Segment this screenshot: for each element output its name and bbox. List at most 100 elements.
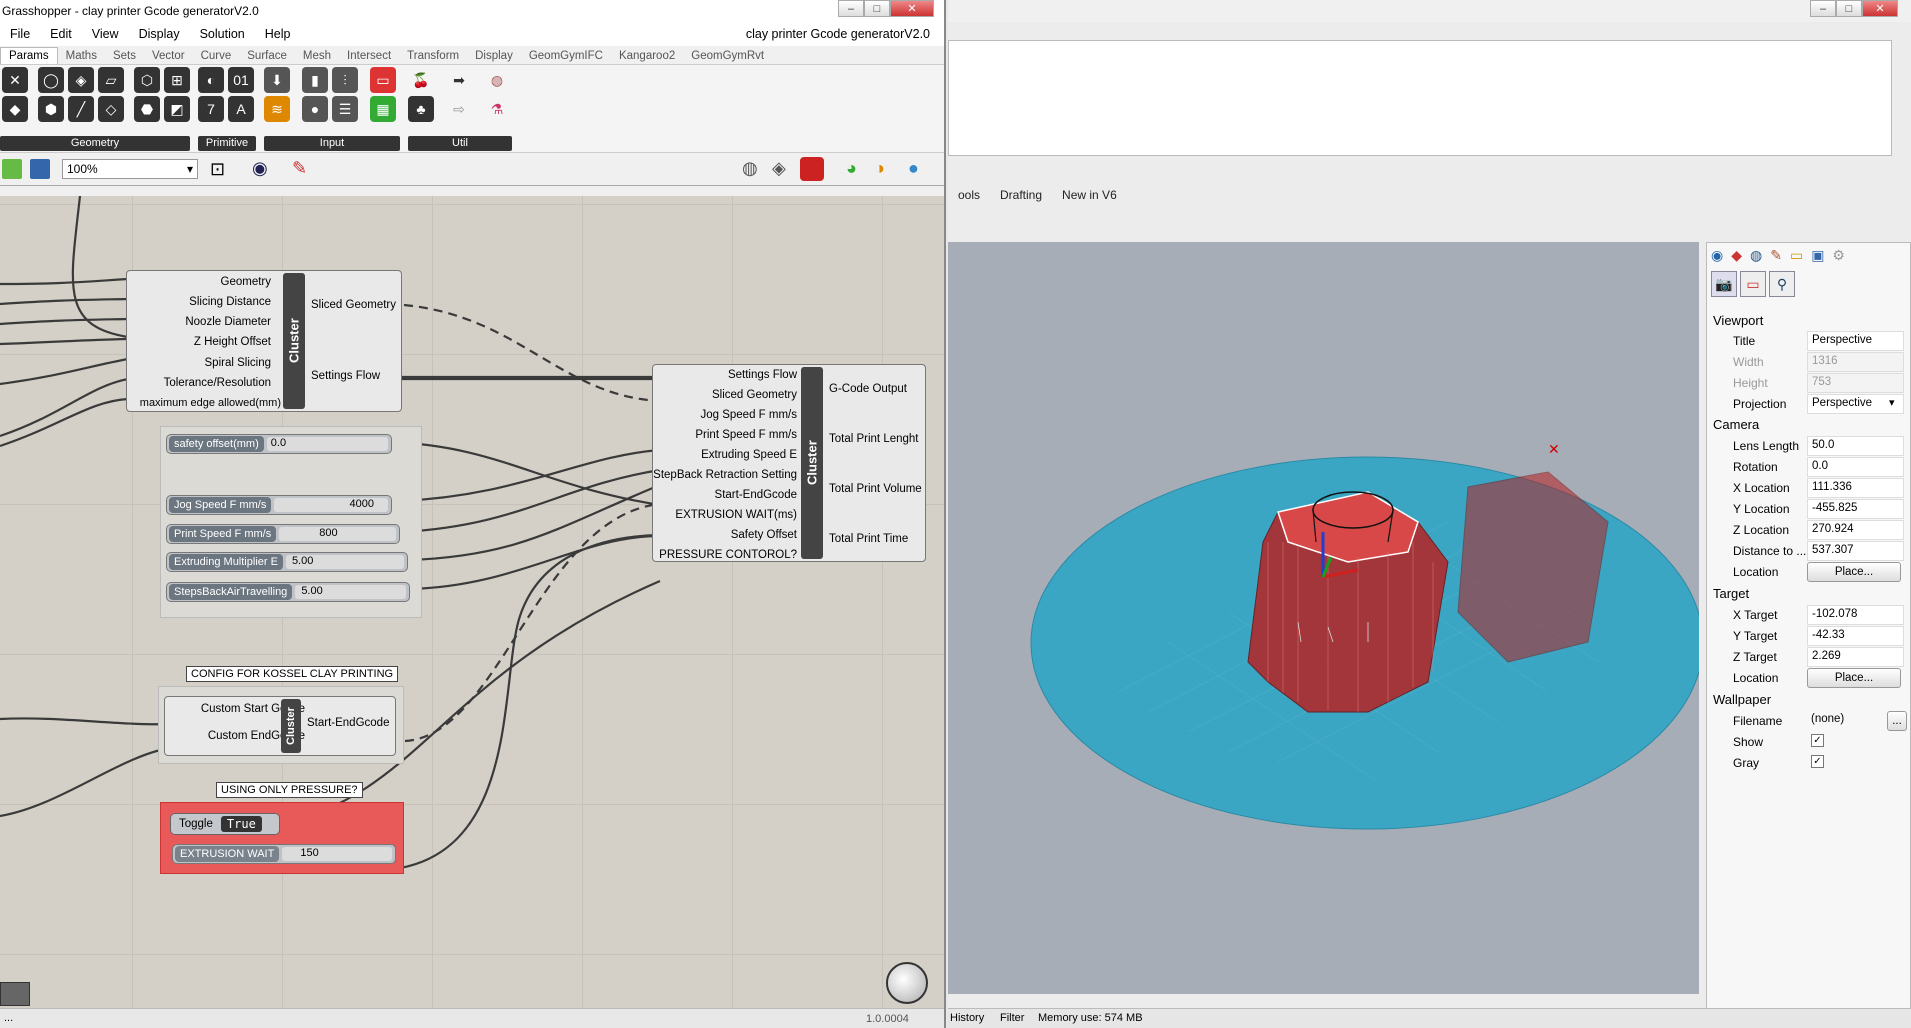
graph-input-icon[interactable]: ≋ (264, 96, 290, 122)
output-start-end-gcode[interactable]: Start-EndGcode (307, 717, 389, 729)
display-icon[interactable]: ▣ (1811, 247, 1824, 264)
ribbon-label-input[interactable]: Input (264, 136, 400, 151)
tab-sets[interactable]: Sets (105, 48, 144, 64)
startend-cluster[interactable]: Custom Start Gcode Custom EndGcode Clust… (164, 696, 396, 756)
status-filter[interactable]: Filter (1000, 1012, 1024, 1024)
tab-drafting[interactable]: Drafting (990, 186, 1052, 206)
prop-value[interactable]: Perspective (1807, 331, 1904, 351)
number-param-icon[interactable]: 7 (198, 96, 224, 122)
slider-track[interactable]: 150 (282, 847, 392, 861)
tab-transform[interactable]: Transform (399, 48, 467, 64)
input-settings-flow[interactable]: Settings Flow (728, 369, 797, 381)
input-z-height-offset[interactable]: Z Height Offset (194, 336, 271, 348)
slider-track[interactable]: 5.00 (295, 585, 406, 599)
wireframe-preview-icon[interactable]: ◍ (742, 158, 758, 179)
ribbon-label-util[interactable]: Util (408, 136, 512, 151)
input-max-edge[interactable]: maximum edge allowed(mm) (140, 397, 281, 409)
sphere-preview-icon[interactable]: ● (908, 158, 919, 179)
show-checkbox[interactable]: ✓ (1811, 734, 1824, 747)
output-sliced-geometry[interactable]: Sliced Geometry (311, 299, 396, 311)
brush-icon[interactable]: ✎ (1770, 247, 1782, 264)
prop-value[interactable]: 111.336 (1807, 478, 1904, 498)
perspective-viewport[interactable]: ✕ (948, 242, 1704, 994)
material-icon[interactable]: ◆ (1731, 247, 1742, 264)
pressure-note[interactable]: USING ONLY PRESSURE? (216, 782, 363, 798)
safety-offset-slider[interactable]: safety offset(mm) 0.0 (166, 434, 392, 454)
target-place-button[interactable]: Place... (1807, 668, 1901, 688)
tab-display[interactable]: Display (467, 48, 521, 64)
menu-solution[interactable]: Solution (190, 27, 255, 41)
input-safety-offset[interactable]: Safety Offset (731, 529, 797, 541)
sketch-brush-icon[interactable]: ✎ (292, 158, 307, 179)
swatch-input-icon[interactable]: ▦ (370, 96, 396, 122)
pressure-toggle[interactable]: Toggle True (170, 813, 280, 835)
tab-curve[interactable]: Curve (193, 48, 240, 64)
close-icon[interactable]: ✕ (1862, 0, 1898, 17)
output-gcode[interactable]: G-Code Output (829, 383, 907, 395)
tab-maths[interactable]: Maths (58, 48, 105, 64)
tab-geomgymrvt[interactable]: GeomGymRvt (683, 48, 772, 64)
zoom-extents-icon[interactable]: ⊡ (210, 159, 225, 180)
maximize-icon[interactable]: □ (864, 0, 890, 17)
prop-value[interactable]: -102.078 (1807, 605, 1904, 625)
boolean-param-icon[interactable]: ◐ (198, 67, 224, 93)
tab-kangaroo2[interactable]: Kangaroo2 (611, 48, 683, 64)
slider-track[interactable]: 5.00 (285, 555, 404, 569)
tree-icon[interactable]: ♣ (408, 96, 434, 122)
dial-input-icon[interactable]: ● (302, 96, 328, 122)
output-total-print-length[interactable]: Total Print Lenght (829, 433, 919, 445)
input-extrusion-wait[interactable]: EXTRUSION WAIT(ms) (675, 509, 797, 521)
canvas-navigator-icon[interactable] (886, 962, 928, 1004)
relay-arrow-icon[interactable]: ➡ (446, 67, 472, 93)
settings-gear-icon[interactable]: ⚙ (1832, 247, 1845, 264)
mesh-param-icon[interactable]: ▱ (98, 67, 124, 93)
prop-value[interactable]: 2.269 (1807, 647, 1904, 667)
input-stepback-retraction[interactable]: StepBack Retraction Setting (653, 469, 797, 481)
prop-value[interactable]: -455.825 (1807, 499, 1904, 519)
folder-icon[interactable]: ▭ (1790, 247, 1803, 264)
tab-mesh[interactable]: Mesh (295, 48, 339, 64)
extruding-multiplier-slider[interactable]: Extruding Multiplier E 5.00 (166, 552, 408, 572)
display-mode-icon[interactable]: ◕ (846, 158, 857, 179)
minimize-icon[interactable]: – (1810, 0, 1836, 17)
slicing-cluster[interactable]: Geometry Slicing Distance Noozle Diamete… (126, 270, 402, 412)
extrusion-wait-slider[interactable]: EXTRUSION WAIT 150 (172, 844, 396, 864)
tab-intersect[interactable]: Intersect (339, 48, 399, 64)
slider-track[interactable]: 800 (279, 527, 396, 541)
gcode-cluster[interactable]: Settings Flow Sliced Geometry Jog Speed … (652, 364, 926, 562)
tab-params[interactable]: Params (0, 47, 58, 64)
tab-tools[interactable]: ools (948, 186, 990, 206)
galapagos-icon[interactable]: ◍ (484, 67, 510, 93)
render-icon[interactable]: ◍ (1750, 247, 1762, 264)
slider-track[interactable]: 4000 (274, 498, 388, 512)
selected-preview-icon[interactable] (800, 157, 824, 181)
maximize-icon[interactable]: □ (1836, 0, 1862, 17)
prop-value[interactable]: -42.33 (1807, 626, 1904, 646)
shaded-preview-icon[interactable]: ◈ (772, 158, 786, 179)
hex-param-icon[interactable]: ⬢ (38, 96, 64, 122)
panel-input-icon[interactable]: ⬇ (264, 67, 290, 93)
tab-geomgymifc[interactable]: GeomGymIFC (521, 48, 611, 64)
list-input-icon[interactable]: ☰ (332, 96, 358, 122)
menu-file[interactable]: File (0, 27, 40, 41)
flask-icon[interactable]: ⚗ (484, 96, 510, 122)
minimize-icon[interactable]: – (838, 0, 864, 17)
prop-value[interactable]: 270.924 (1807, 520, 1904, 540)
arrow-outline-icon[interactable]: ⇨ (446, 96, 472, 122)
output-settings-flow[interactable]: Settings Flow (311, 370, 380, 382)
circle-param-icon[interactable]: ◯ (38, 67, 64, 93)
zoom-dropdown[interactable]: 100% ▾ (62, 159, 198, 179)
button-input-icon[interactable]: ▮ (302, 67, 328, 93)
open-file-icon[interactable] (2, 159, 22, 179)
jog-speed-slider[interactable]: Jog Speed F mm/s 4000 (166, 495, 392, 515)
stepsback-slider[interactable]: StepsBackAirTravelling 5.00 (166, 582, 410, 602)
input-spiral-slicing[interactable]: Spiral Slicing (205, 357, 271, 369)
viewport-frame-icon[interactable]: ▭ (1740, 271, 1766, 297)
slider-input-icon[interactable]: ⫶ (332, 67, 358, 93)
prop-value[interactable]: 0.0 (1807, 457, 1904, 477)
camera-place-button[interactable]: Place... (1807, 562, 1901, 582)
print-speed-slider[interactable]: Print Speed F mm/s 800 (166, 524, 400, 544)
line-param-icon[interactable]: ╱ (68, 96, 94, 122)
camera-icon[interactable]: 📷 (1711, 271, 1737, 297)
toggle-value[interactable]: True (220, 816, 262, 832)
